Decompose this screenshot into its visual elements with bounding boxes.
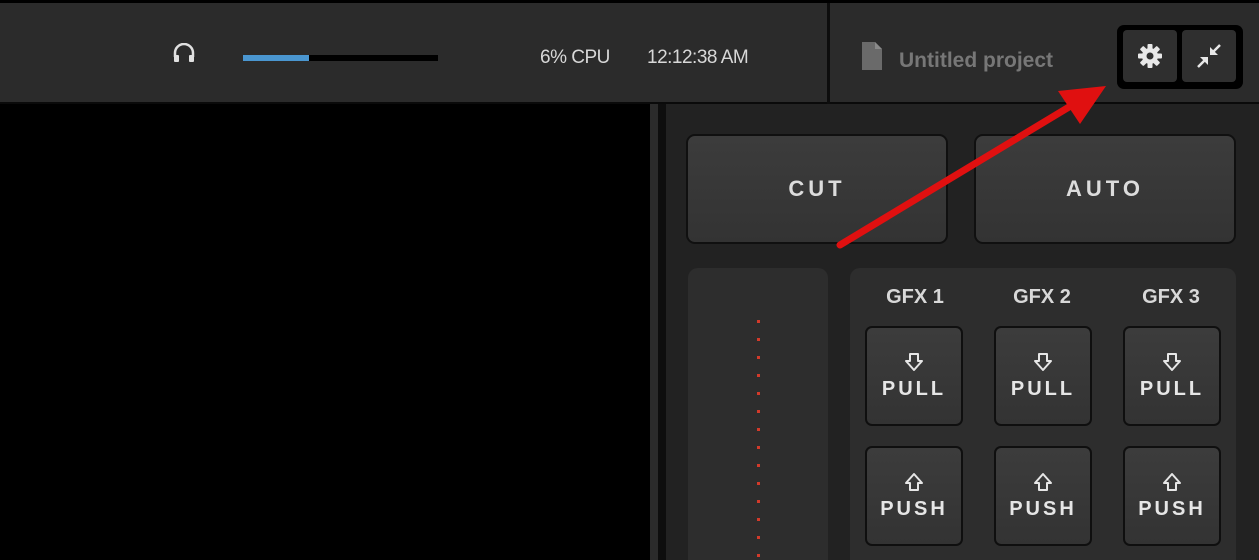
volume-level-fill — [243, 55, 310, 61]
gfx-2-push-button[interactable]: PUSH — [994, 446, 1092, 546]
cut-button[interactable]: CUT — [686, 134, 948, 244]
t-bar[interactable] — [688, 268, 828, 560]
gfx-2-pull-button[interactable]: PULL — [994, 326, 1092, 426]
gfx-3-pull-button[interactable]: PULL — [1123, 326, 1221, 426]
arrow-down-icon — [905, 352, 923, 371]
collapse-icon — [1197, 44, 1221, 68]
collapse-button[interactable] — [1182, 30, 1236, 82]
arrow-up-icon — [1034, 472, 1052, 491]
arrow-down-icon — [1034, 352, 1052, 371]
gfx-1-label: GFX 1 — [886, 286, 944, 308]
top-bar: 6% CPU 12:12:38 AM Untitled project — [0, 0, 1259, 107]
cpu-usage: 6% CPU — [540, 47, 610, 68]
pull-label: PULL — [1139, 377, 1205, 400]
push-label: PUSH — [880, 497, 948, 520]
pull-label: PULL — [1010, 377, 1076, 400]
arrow-up-icon — [905, 472, 923, 491]
arrow-down-icon — [1163, 352, 1181, 371]
document-icon — [862, 42, 882, 70]
volume-slider[interactable] — [243, 55, 438, 61]
push-label: PUSH — [1138, 497, 1206, 520]
divider — [827, 3, 830, 107]
window-button-group — [1117, 25, 1243, 89]
preview-monitor — [0, 104, 650, 560]
t-bar-indicator — [757, 320, 760, 560]
gfx-1-pull-button[interactable]: PULL — [865, 326, 963, 426]
push-label: PUSH — [1009, 497, 1077, 520]
gear-icon — [1138, 44, 1162, 68]
settings-button[interactable] — [1123, 30, 1177, 82]
gfx-1-push-button[interactable]: PUSH — [865, 446, 963, 546]
gfx-2-label: GFX 2 — [1013, 286, 1071, 308]
clock: 12:12:38 AM — [647, 47, 749, 68]
panel-separator — [650, 104, 658, 560]
panel-separator-shadow — [658, 104, 666, 560]
auto-button[interactable]: AUTO — [974, 134, 1236, 244]
headphones-icon[interactable] — [172, 43, 196, 63]
gfx-3-push-button[interactable]: PUSH — [1123, 446, 1221, 546]
gfx-3-label: GFX 3 — [1142, 286, 1200, 308]
arrow-up-icon — [1163, 472, 1181, 491]
project-title[interactable]: Untitled project — [899, 49, 1053, 73]
pull-label: PULL — [881, 377, 947, 400]
